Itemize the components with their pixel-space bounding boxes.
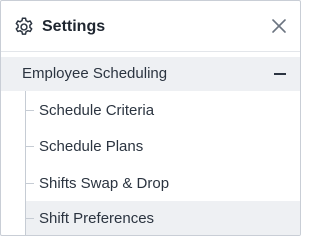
menu-item-label: Shifts Swap & Drop bbox=[39, 175, 170, 192]
tree-branch-tick bbox=[26, 146, 34, 147]
section-employee-scheduling[interactable]: Employee Scheduling bbox=[1, 57, 300, 91]
menu-item-shift-preferences[interactable]: Shift Preferences bbox=[26, 201, 300, 235]
settings-header: Settings bbox=[1, 1, 300, 52]
menu-item-shifts-swap-drop[interactable]: Shifts Swap & Drop bbox=[26, 166, 300, 200]
close-icon[interactable] bbox=[271, 18, 287, 34]
tree-branch-tick bbox=[26, 110, 34, 111]
settings-panel: Settings Employee Scheduling Schedule Cr… bbox=[0, 0, 301, 236]
menu-item-label: Shift Preferences bbox=[39, 210, 155, 227]
minus-icon[interactable] bbox=[274, 73, 286, 75]
menu-item-label: Schedule Plans bbox=[39, 138, 144, 155]
tree-branch-tick bbox=[26, 218, 34, 219]
gear-icon bbox=[13, 16, 35, 38]
tree-branch-tick bbox=[26, 183, 34, 184]
menu-item-schedule-plans[interactable]: Schedule Plans bbox=[26, 129, 300, 163]
panel-title: Settings bbox=[42, 18, 106, 35]
section-label: Employee Scheduling bbox=[22, 65, 168, 82]
menu-item-label: Schedule Criteria bbox=[39, 102, 155, 119]
menu-item-schedule-criteria[interactable]: Schedule Criteria bbox=[26, 93, 300, 127]
